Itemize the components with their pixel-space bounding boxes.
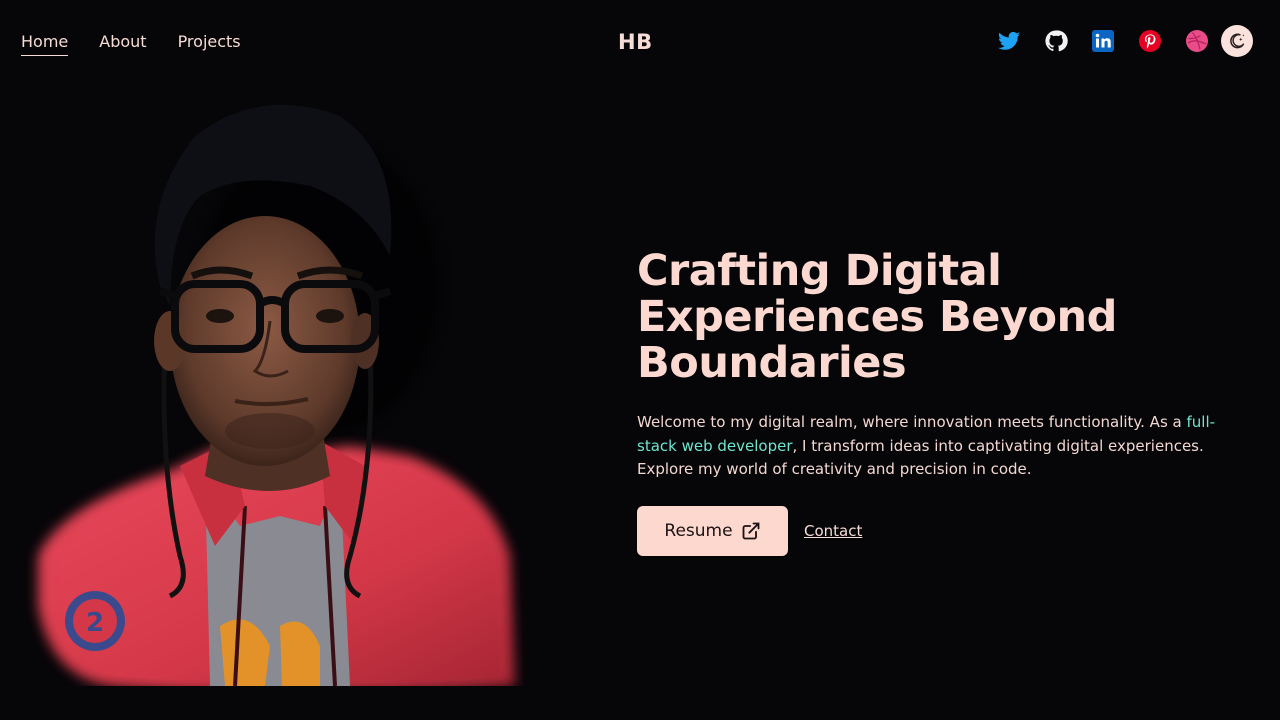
hero-description: Welcome to my digital realm, where innov… bbox=[637, 411, 1249, 482]
external-link-icon bbox=[742, 522, 759, 539]
nav-link-home[interactable]: Home bbox=[21, 32, 69, 56]
hero-section: Crafting Digital Experiences Beyond Boun… bbox=[637, 248, 1257, 556]
svg-text:2: 2 bbox=[86, 608, 104, 638]
hero-actions: Resume Contact bbox=[637, 505, 1257, 556]
hero-title-line: Boundaries bbox=[637, 338, 907, 388]
moon-stars-icon bbox=[1230, 33, 1245, 49]
theme-toggle-button[interactable] bbox=[1221, 25, 1253, 57]
hero-title-line: Crafting Digital bbox=[637, 246, 1002, 296]
twitter-icon[interactable] bbox=[997, 29, 1021, 53]
profile-portrait: 2 bbox=[20, 104, 530, 706]
contact-link[interactable]: Contact bbox=[804, 522, 862, 540]
github-icon[interactable] bbox=[1044, 29, 1068, 53]
hero-title-line: Experiences Beyond bbox=[637, 292, 1117, 342]
dribbble-icon[interactable] bbox=[1185, 29, 1209, 53]
linkedin-icon[interactable] bbox=[1091, 29, 1115, 53]
social-links bbox=[997, 25, 1253, 57]
hero-title: Crafting Digital Experiences Beyond Boun… bbox=[637, 248, 1257, 386]
resume-button[interactable]: Resume bbox=[637, 505, 788, 556]
pinterest-icon[interactable] bbox=[1138, 29, 1162, 53]
site-logo[interactable]: HB bbox=[618, 30, 653, 54]
top-nav: Home About Projects HB bbox=[0, 0, 1280, 86]
resume-label: Resume bbox=[664, 520, 733, 541]
nav-link-about[interactable]: About bbox=[99, 32, 146, 56]
hero-desc-text: Welcome to my digital realm, where innov… bbox=[637, 413, 1187, 431]
nav-link-projects[interactable]: Projects bbox=[178, 32, 241, 56]
nav-links: Home About Projects bbox=[21, 32, 241, 56]
